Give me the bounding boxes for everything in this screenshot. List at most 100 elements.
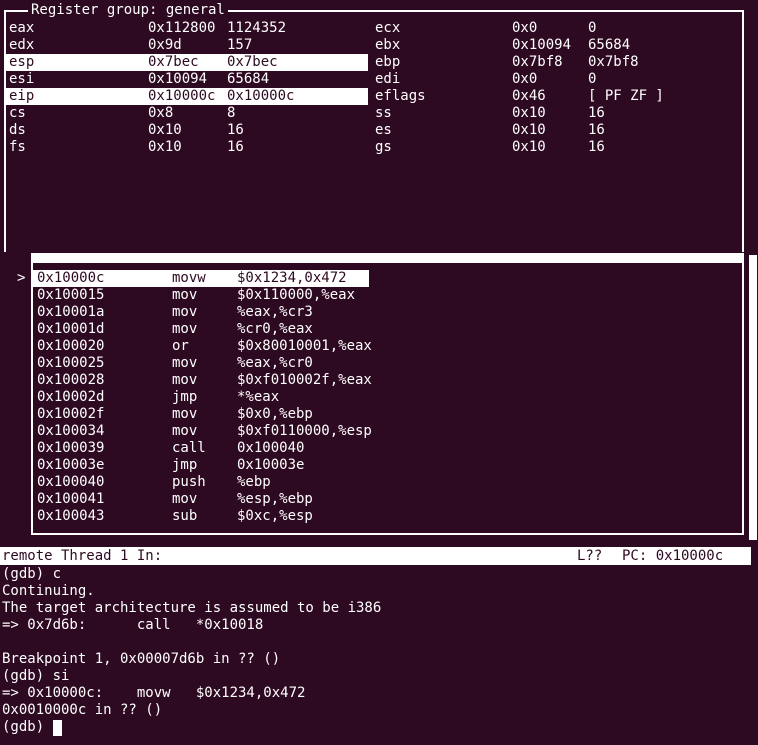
asm-row[interactable]: 0x100020 or $0x80010001,%eax (0, 338, 758, 355)
asm-address: 0x100028 (37, 372, 105, 388)
register-dec-value: 16 (588, 105, 605, 121)
register-hex-value: 0x10 (148, 122, 182, 138)
console-output: (gdb) c Continuing. The target architectur… (0, 566, 758, 745)
asm-operands: $0x0,%ebp (237, 406, 313, 422)
register-name: eflags (375, 88, 426, 104)
asm-row[interactable]: 0x10000c movw $0x1234,0x472 (0, 270, 758, 287)
register-row: edx 0x9d 157 ebx 0x10094 65684 (0, 37, 758, 54)
register-hex-value: 0x8 (148, 105, 174, 121)
asm-row[interactable]: 0x100015 mov $0x110000,%eax (0, 287, 758, 304)
register-hex-value: 0x10 (512, 139, 546, 155)
console-line: (gdb) si (2, 668, 70, 684)
status-bar: remote Thread 1 In: L?? PC: 0x10000c (0, 547, 751, 565)
register-hex-value: 0x0 (512, 20, 538, 36)
asm-operands: 0x100040 (237, 440, 305, 456)
console-line: (gdb) c (2, 566, 62, 582)
asm-row[interactable]: 0x10002f mov $0x0,%ebp (0, 406, 758, 423)
register-name: fs (9, 139, 26, 155)
register-dec-value: 16 (588, 122, 605, 138)
console-line: => 0x10000c: movw $0x1234,0x472 (2, 685, 306, 701)
asm-operands: $0x80010001,%eax (237, 338, 372, 354)
register-hex-value: 0x10094 (148, 71, 208, 87)
asm-address: 0x10003e (37, 457, 105, 473)
asm-row[interactable]: 0x100043 sub $0xc,%esp (0, 508, 758, 525)
register-hex-value: 0x0 (512, 71, 538, 87)
console-line: The target architecture is assumed to be… (2, 600, 382, 616)
asm-operands: $0x110000,%eax (237, 287, 356, 303)
register-dec-value: 1124352 (227, 20, 287, 36)
register-name: esi (9, 71, 35, 87)
status-line-number: L?? (577, 548, 603, 564)
register-dec-value: 0 (588, 71, 597, 87)
asm-row[interactable]: 0x100041 mov %esp,%ebp (0, 491, 758, 508)
register-window: Register group: general eax 0x112800 11243… (0, 0, 758, 253)
asm-row[interactable]: 0x10001d mov %cr0,%eax (0, 321, 758, 338)
asm-row[interactable]: 0x100034 mov $0xf0110000,%esp (0, 423, 758, 440)
asm-mnemonic: mov (172, 321, 198, 337)
asm-address: 0x10002d (37, 389, 105, 405)
asm-address: 0x100039 (37, 440, 105, 456)
asm-address: 0x100015 (37, 287, 105, 303)
asm-row[interactable]: 0x100040 push %ebp (0, 474, 758, 491)
asm-mnemonic: mov (172, 304, 198, 320)
assembly-window: > 0x10000c movw $0x1234,0x472 0x100015 mov $0… (0, 250, 758, 545)
asm-row[interactable]: 0x10002d jmp *%eax (0, 389, 758, 406)
asm-mnemonic: mov (172, 355, 198, 371)
console-line: => 0x7d6b: call *0x10018 (2, 617, 264, 633)
asm-address: 0x100020 (37, 338, 105, 354)
register-hex-value: 0x112800 (148, 20, 216, 36)
asm-mnemonic: jmp (172, 457, 198, 473)
register-dec-value: 8 (227, 105, 236, 121)
asm-row[interactable]: 0x100039 call 0x100040 (0, 440, 758, 457)
asm-address: 0x100034 (37, 423, 105, 439)
register-row: eax 0x112800 1124352 ecx 0x0 0 (0, 20, 758, 37)
asm-operands: $0x1234,0x472 (237, 270, 347, 286)
terminal-cursor[interactable] (53, 720, 62, 736)
asm-address: 0x100025 (37, 355, 105, 371)
register-hex-value: 0x10 (512, 122, 546, 138)
console-line: Breakpoint 1, 0x00007d6b in ?? () (2, 651, 281, 667)
register-window-title: Register group: general (28, 2, 228, 18)
asm-address: 0x10000c (37, 270, 105, 286)
register-dec-value: 16 (588, 139, 605, 155)
asm-mnemonic: mov (172, 406, 198, 422)
asm-operands: $0xf010002f,%eax (237, 372, 372, 388)
register-row: ds 0x10 16 es 0x10 16 (0, 122, 758, 139)
asm-address: 0x100043 (37, 508, 105, 524)
asm-mnemonic: mov (172, 372, 198, 388)
register-name: edi (375, 71, 401, 87)
asm-row[interactable]: 0x100028 mov $0xf010002f,%eax (0, 372, 758, 389)
register-name: esp (9, 54, 35, 70)
register-dec-value: 16 (227, 122, 244, 138)
asm-operands: %cr0,%eax (237, 321, 313, 337)
register-dec-value: 0 (588, 20, 597, 36)
register-name: ebp (375, 54, 401, 70)
register-name: eax (9, 20, 35, 36)
register-dec-value: 0x7bec (227, 54, 278, 70)
asm-address: 0x100040 (37, 474, 105, 490)
asm-operands: *%eax (237, 389, 280, 405)
assembly-window-border-bottom (31, 533, 744, 535)
register-row: esp 0x7bec 0x7bec ebp 0x7bf8 0x7bf8 (0, 54, 758, 71)
asm-operands: %ebp (237, 474, 271, 490)
gdb-prompt-line[interactable]: (gdb) (2, 719, 53, 736)
register-dec-value: 0x7bf8 (588, 54, 639, 70)
asm-address: 0x10001a (37, 304, 105, 320)
status-thread-info: remote Thread 1 In: (2, 548, 163, 564)
console-line: Continuing. (2, 583, 95, 599)
status-pc: PC: 0x10000c (622, 548, 724, 564)
asm-mnemonic: mov (172, 491, 198, 507)
register-row: esi 0x10094 65684 edi 0x0 0 (0, 71, 758, 88)
register-name: ss (375, 105, 392, 121)
asm-row[interactable]: 0x10003e jmp 0x10003e (0, 457, 758, 474)
register-hex-value: 0x7bf8 (512, 54, 563, 70)
register-row: fs 0x10 16 gs 0x10 16 (0, 139, 758, 156)
asm-row[interactable]: 0x10001a mov %eax,%cr3 (0, 304, 758, 321)
asm-row[interactable]: 0x100025 mov %eax,%cr0 (0, 355, 758, 372)
register-hex-value: 0x7bec (148, 54, 199, 70)
assembly-window-border-top (31, 253, 744, 263)
register-dec-value: 0x10000c (227, 88, 295, 104)
asm-operands: 0x10003e (237, 457, 305, 473)
register-hex-value: 0x46 (512, 88, 546, 104)
asm-address: 0x10002f (37, 406, 105, 422)
